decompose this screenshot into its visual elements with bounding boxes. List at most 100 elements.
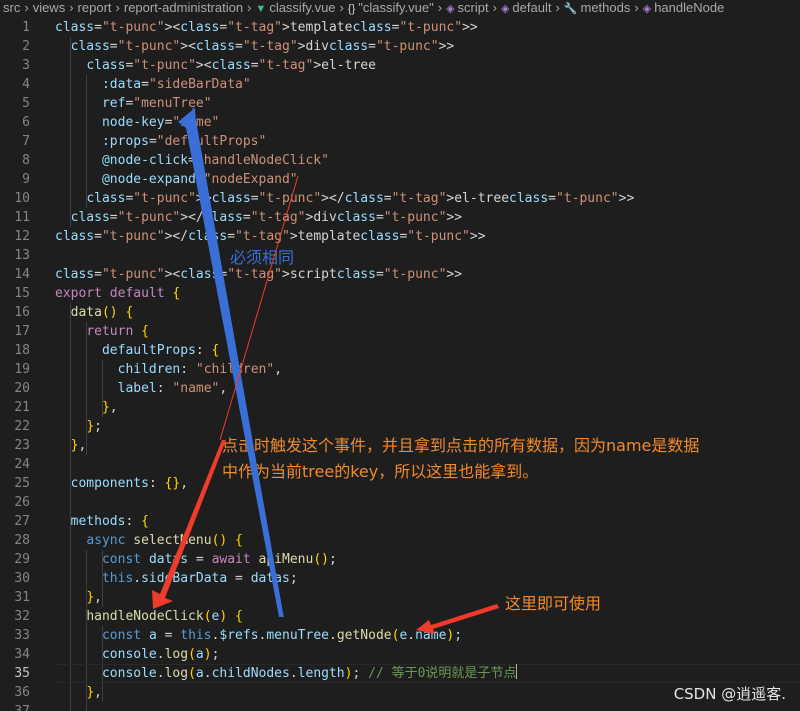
annotation-click-explain-line1: 点击时触发这个事件，并且拿到点击的所有数据，因为name是数据 [222, 436, 700, 455]
code-text: export default { [55, 286, 181, 301]
breadcrumb-label: report-administration [123, 0, 244, 15]
code-line[interactable]: 34 console.log(a); [0, 645, 800, 664]
breadcrumb-label: report [77, 0, 112, 15]
breadcrumb-item[interactable]: {} "classify.vue" [348, 0, 434, 17]
line-number: 16 [14, 305, 30, 320]
code-line[interactable]: 2 class="t-punc"><class="t-tag">divclass… [0, 37, 800, 56]
code-text: return { [86, 324, 149, 339]
code-line[interactable]: 11 class="t-punc"></class="t-tag">divcla… [0, 208, 800, 227]
code-line[interactable]: 5 ref="menuTree" [0, 94, 800, 113]
code-line[interactable]: 10 class="t-punc">>class="t-punc"></clas… [0, 189, 800, 208]
code-text: console.log(a); [101, 647, 220, 662]
line-number: 6 [22, 115, 30, 130]
text-cursor [516, 664, 518, 679]
wrench-icon: 🔧 [563, 3, 578, 15]
breadcrumb-item[interactable]: ◈ script [446, 0, 489, 17]
code-text: }; [86, 419, 102, 434]
code-text: class="t-punc"><class="t-tag">divclass="… [70, 39, 455, 54]
code-line[interactable]: 35 console.log(a.childNodes.length); // … [0, 664, 800, 683]
breadcrumb-item[interactable]: ▼ classify.vue [255, 0, 335, 17]
code-line[interactable]: 32 handleNodeClick(e) { [0, 607, 800, 626]
code-line[interactable]: 29 const datas = await apiMenu(); [0, 550, 800, 569]
line-number: 23 [14, 438, 30, 453]
code-line[interactable]: 15 export default { [0, 284, 800, 303]
line-number: 10 [14, 191, 30, 206]
line-number: 4 [22, 77, 30, 92]
csdn-watermark: CSDN @逍遥客. [673, 685, 786, 703]
vue-icon: ▼ [255, 3, 267, 15]
code-line[interactable]: 1 class="t-punc"><class="t-tag">templatec… [0, 18, 800, 37]
annotation-click-explain-line2: 中作为当前tree的key，所以这里也能拿到。 [222, 462, 539, 481]
code-line[interactable]: 31 }, [0, 588, 800, 607]
line-number: 2 [22, 39, 30, 54]
breadcrumb-chevron-icon: › [634, 0, 639, 15]
line-number: 32 [14, 609, 30, 624]
code-text: this.sideBarData = datas; [101, 571, 298, 586]
code-line[interactable]: 16 data() { [0, 303, 800, 322]
code-editor[interactable]: 1 class="t-punc"><class="t-tag">templatec… [0, 17, 800, 711]
breadcrumb-item[interactable]: report [78, 0, 112, 16]
line-number: 34 [14, 647, 30, 662]
line-number: 25 [14, 476, 30, 491]
code-line[interactable]: 33 const a = this.$refs.menuTree.getNode… [0, 626, 800, 645]
code-line[interactable]: 17 return { [0, 322, 800, 341]
code-text: @node-click="handleNodeClick" [101, 153, 329, 168]
breadcrumb-item[interactable]: ◈ handleNode [643, 0, 725, 17]
line-number: 21 [14, 400, 30, 415]
code-line[interactable]: 7 :props="defaultProps" [0, 132, 800, 151]
breadcrumb-item[interactable]: views [33, 0, 66, 16]
line-number: 15 [14, 286, 30, 301]
line-number: 27 [14, 514, 30, 529]
line-number: 22 [14, 419, 30, 434]
code-text: :data="sideBarData" [101, 77, 251, 92]
line-number: 14 [14, 267, 30, 282]
code-text: components: {}, [70, 476, 189, 491]
code-text: methods: { [70, 514, 149, 529]
breadcrumb-chevron-icon: › [437, 0, 443, 15]
code-line[interactable]: 28 async selectMenu() { [0, 531, 800, 550]
line-number: 24 [14, 457, 30, 472]
code-text: }, [70, 438, 87, 453]
breadcrumb-label: classify.vue [269, 0, 336, 15]
annotation-must-match: 必须相同 [230, 248, 295, 267]
line-number: 7 [22, 134, 30, 149]
code-line[interactable]: 27 methods: { [0, 512, 800, 531]
line-number: 26 [14, 495, 30, 510]
breadcrumb-label: handleNode [654, 0, 725, 15]
code-line[interactable]: 18 defaultProps: { [0, 341, 800, 360]
code-line[interactable]: 6 node-key="name" [0, 113, 800, 132]
breadcrumb-label: views [32, 0, 66, 15]
cube-icon: ◈ [446, 3, 455, 15]
code-line[interactable]: 3 class="t-punc"><class="t-tag">el-tree [0, 56, 800, 75]
code-line[interactable]: 4 :data="sideBarData" [0, 75, 800, 94]
code-text: async selectMenu() { [86, 533, 243, 548]
line-number: 13 [14, 248, 30, 263]
line-number: 33 [14, 628, 30, 643]
line-number: 9 [22, 172, 30, 187]
breadcrumb-item[interactable]: ◈ default [501, 0, 552, 17]
line-number: 18 [14, 343, 30, 358]
code-line[interactable]: 21 }, [0, 398, 800, 417]
code-text: class="t-punc"><class="t-tag">el-tree [86, 58, 376, 73]
code-line[interactable]: 8 @node-click="handleNodeClick" [0, 151, 800, 170]
breadcrumb-label: script [457, 0, 489, 15]
code-line[interactable]: 12 class="t-punc"></class="t-tag">templat… [0, 227, 800, 246]
line-number: 17 [14, 324, 30, 339]
code-text: }, [101, 400, 118, 415]
breadcrumb-label: methods [580, 0, 631, 15]
code-line[interactable]: 30 this.sideBarData = datas; [0, 569, 800, 588]
code-line[interactable]: 26 [0, 493, 800, 512]
code-text: label: "name", [117, 381, 228, 396]
breadcrumb-label: default [512, 0, 552, 15]
breadcrumb-item[interactable]: report-administration [124, 0, 243, 16]
line-number: 30 [14, 571, 30, 586]
code-text: children: "children", [117, 362, 283, 377]
breadcrumb-item[interactable]: src [3, 0, 20, 16]
code-line[interactable]: 20 label: "name", [0, 379, 800, 398]
breadcrumb-item[interactable]: 🔧 methods [564, 0, 631, 17]
code-line[interactable]: 14 class="t-punc"><class="t-tag">scriptcl… [0, 265, 800, 284]
code-line[interactable]: 19 children: "children", [0, 360, 800, 379]
code-line[interactable]: 13 [0, 246, 800, 265]
code-line[interactable]: 9 @node-expand="nodeExpand" [0, 170, 800, 189]
code-text: node-key="name" [101, 115, 220, 130]
